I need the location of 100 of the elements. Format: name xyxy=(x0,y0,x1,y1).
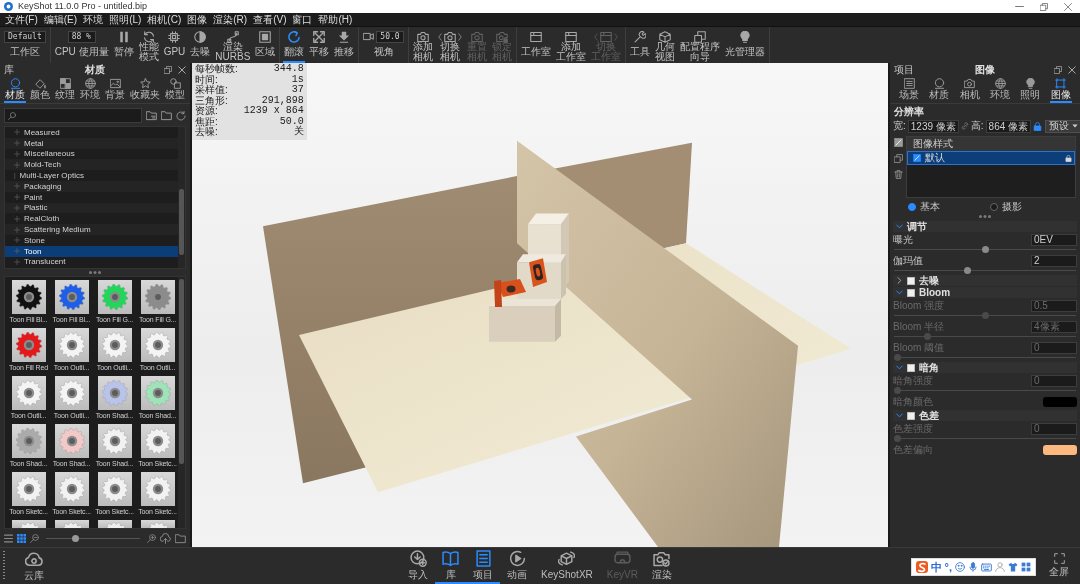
folder-icon[interactable] xyxy=(161,110,172,121)
dock-button[interactable]: 渲染 xyxy=(644,548,679,584)
grip-dots-icon[interactable] xyxy=(979,215,991,218)
tab[interactable]: 颜色 xyxy=(29,77,51,103)
checkbox[interactable] xyxy=(907,288,915,297)
menu-item[interactable]: 窗口 xyxy=(289,13,316,26)
toolbar-button[interactable]: 去噪 xyxy=(189,27,212,63)
tree-item[interactable]: Measured xyxy=(5,127,178,138)
keyboard-icon[interactable] xyxy=(981,561,992,573)
tab[interactable]: 模型 xyxy=(164,77,186,103)
tab[interactable]: 材质 xyxy=(4,77,26,103)
toolbar-button[interactable]: GPU xyxy=(162,27,187,63)
tab[interactable]: 背景 xyxy=(104,77,126,103)
tab[interactable]: 图像 xyxy=(1049,77,1072,103)
toolbar-button[interactable]: 区域 xyxy=(254,27,277,63)
dock-button[interactable]: 导入 xyxy=(401,548,436,584)
close-icon[interactable] xyxy=(178,66,186,74)
input-mode-label[interactable]: 中 xyxy=(930,560,942,574)
dock-button[interactable]: KeyShotXR xyxy=(534,548,600,584)
tree-item[interactable]: Packaging xyxy=(5,181,178,192)
menu-item[interactable]: 编辑(E) xyxy=(40,13,81,26)
radio-icon[interactable] xyxy=(908,203,916,211)
duplicate-icon[interactable] xyxy=(894,154,903,163)
dock-button[interactable]: 库 xyxy=(435,548,467,584)
section-header[interactable]: 暗角 xyxy=(893,362,1077,373)
value-field[interactable]: 88 % xyxy=(67,30,96,43)
slider-thumb[interactable] xyxy=(964,267,971,274)
punctuation-label[interactable]: °, xyxy=(944,560,952,574)
close-icon[interactable] xyxy=(1064,2,1072,11)
value-field[interactable]: 0EV xyxy=(1031,233,1077,246)
folder-icon[interactable] xyxy=(175,532,186,544)
scrollbar[interactable] xyxy=(178,127,185,268)
tab[interactable]: 材质 xyxy=(928,77,951,103)
shirt-icon[interactable] xyxy=(1008,562,1018,572)
trash-icon[interactable] xyxy=(894,170,903,179)
toolbar-button[interactable]: 性能模式 xyxy=(137,27,160,63)
tree-item[interactable]: Multi-Layer Optics xyxy=(5,170,178,181)
section-header[interactable]: 去噪 xyxy=(893,275,1077,286)
tab[interactable]: 环境 xyxy=(989,77,1012,103)
toolbar-button[interactable]: 几何视图 xyxy=(654,27,677,63)
smile-icon[interactable] xyxy=(955,562,965,572)
toolbar-button[interactable]: 渲染NURBS xyxy=(214,27,252,63)
tab[interactable]: 相机 xyxy=(958,77,981,103)
tree-item[interactable]: Scattering Medium xyxy=(5,224,178,235)
toolbar-button[interactable]: 工作室 xyxy=(520,27,553,63)
tree-item[interactable]: RealCloth xyxy=(5,213,178,225)
checkbox[interactable] xyxy=(907,363,915,372)
tab[interactable]: 环境 xyxy=(79,77,101,103)
slider-track[interactable] xyxy=(894,435,1076,442)
menu-item[interactable]: 渲染(R) xyxy=(210,13,251,26)
checkbox[interactable] xyxy=(907,276,915,285)
list-item[interactable]: 默认 xyxy=(907,151,1075,165)
slider-track[interactable] xyxy=(894,387,1076,394)
tree-item[interactable]: Miscellaneous xyxy=(5,148,178,160)
tree-item[interactable]: Metal xyxy=(5,137,178,149)
toolbar-button[interactable]: 平移 xyxy=(308,27,331,63)
slider-track[interactable] xyxy=(894,354,1076,361)
value-field[interactable]: 2 xyxy=(1031,254,1077,267)
search-field[interactable] xyxy=(4,108,142,123)
lock-icon[interactable] xyxy=(1033,121,1043,131)
tree-item[interactable]: Translucent xyxy=(5,256,178,268)
tree-item[interactable]: Mold-Tech xyxy=(5,159,178,171)
tab[interactable]: 纹理 xyxy=(54,77,76,103)
width-field[interactable]: 1239 像素 xyxy=(907,119,959,133)
menu-item[interactable]: 文件(F) xyxy=(2,13,41,26)
preset-dropdown[interactable]: 预设 xyxy=(1045,119,1080,133)
toolbar-button[interactable]: 推移 xyxy=(333,27,356,63)
cloud-upload-icon[interactable] xyxy=(160,532,171,544)
toolbar-button[interactable]: 光管理器 xyxy=(724,27,767,63)
value-field[interactable]: 50.0 xyxy=(376,30,405,43)
toolbar-button[interactable]: 添加相机 xyxy=(412,27,435,63)
tree-item[interactable]: Paint xyxy=(5,191,178,203)
slider-thumb[interactable] xyxy=(981,246,989,253)
restore-icon[interactable] xyxy=(164,66,172,74)
toolbar-button[interactable]: 切换相机 xyxy=(437,27,464,63)
section-header[interactable]: 调节 xyxy=(893,221,1077,232)
section-header[interactable]: 色差 xyxy=(893,410,1077,421)
height-field[interactable]: 864 像素 xyxy=(985,119,1032,133)
menu-item[interactable]: 相机(C) xyxy=(144,13,185,26)
tree-item[interactable]: Stone xyxy=(5,234,178,246)
tree-item[interactable]: Toon xyxy=(5,245,178,257)
toolbar-button[interactable]: 配置程序向导 xyxy=(679,27,722,63)
tab[interactable]: 收藏夹 xyxy=(129,77,161,103)
toolbar-button[interactable]: 暂停 xyxy=(112,27,135,63)
menu-item[interactable]: 照明(L) xyxy=(106,13,145,26)
menu-item[interactable]: 帮助(H) xyxy=(315,13,356,26)
menu-item[interactable]: 环境 xyxy=(80,13,107,26)
checkbox[interactable] xyxy=(907,411,915,420)
scrollbar[interactable] xyxy=(178,277,185,528)
tab[interactable]: 照明 xyxy=(1019,77,1042,103)
radio-option[interactable]: 基本 xyxy=(908,201,940,213)
grid-view-icon[interactable] xyxy=(17,533,26,543)
radio-option[interactable]: 摄影 xyxy=(990,201,1022,213)
dock-button[interactable]: 动画 xyxy=(500,548,535,584)
folder-list-icon[interactable] xyxy=(146,110,157,121)
microphone-icon[interactable] xyxy=(968,562,978,572)
cloud-library-button[interactable]: 云库 xyxy=(17,549,51,583)
list-view-icon[interactable] xyxy=(4,533,13,543)
dock-button[interactable]: 项目 xyxy=(466,548,501,584)
image-style-icon[interactable] xyxy=(894,138,903,147)
